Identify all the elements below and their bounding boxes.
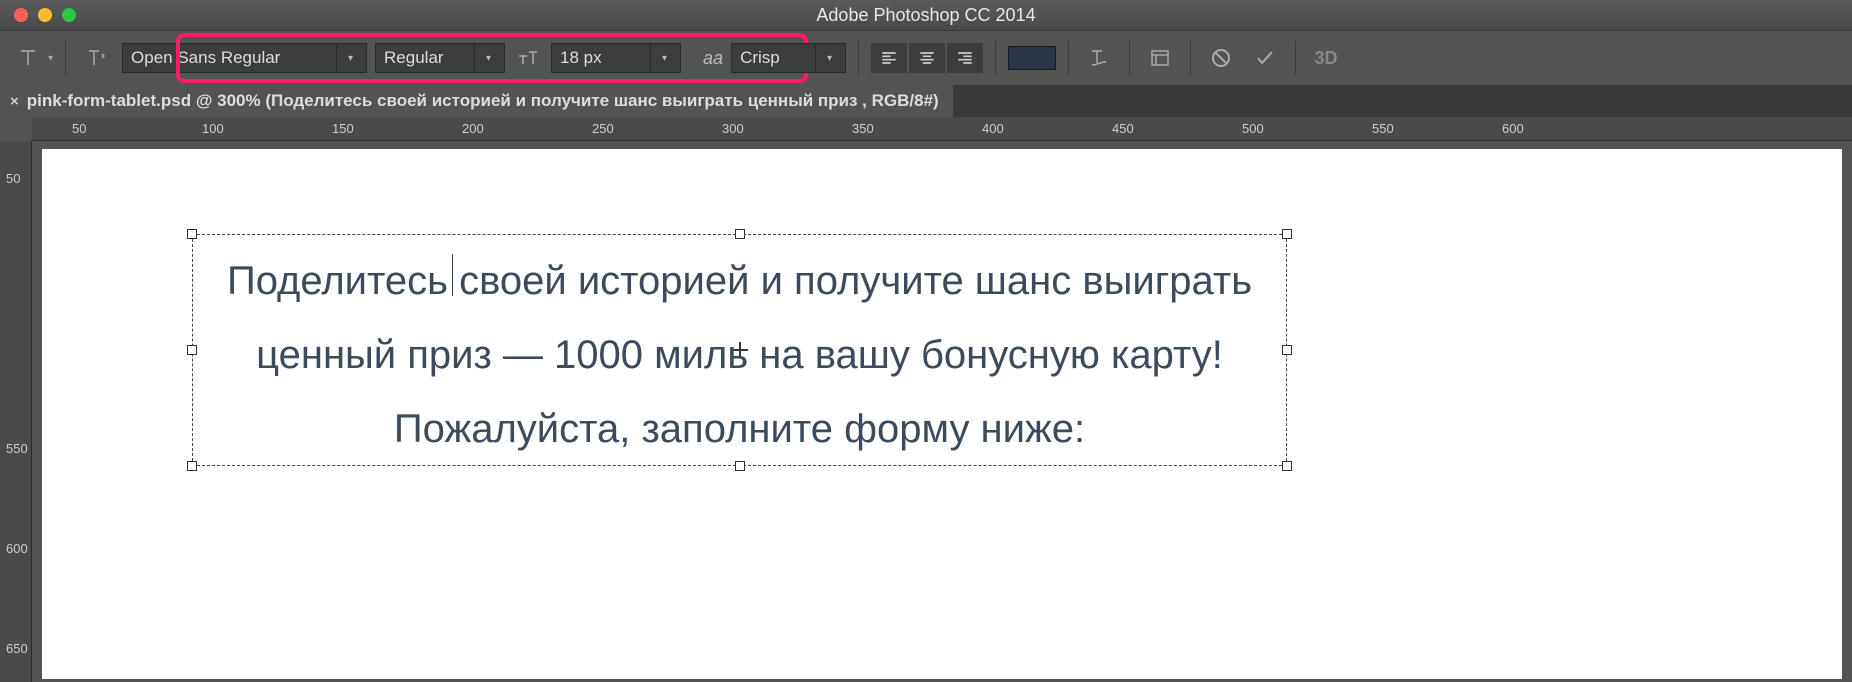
ruler-tick: 650 bbox=[6, 641, 28, 656]
cancel-icon[interactable] bbox=[1203, 40, 1239, 76]
resize-handle[interactable] bbox=[735, 229, 745, 239]
minimize-window-button[interactable] bbox=[38, 8, 52, 22]
antialias-label: aa bbox=[703, 48, 723, 69]
ruler-tick: 550 bbox=[1372, 121, 1394, 136]
ruler-horizontal[interactable]: 50 100 150 200 250 300 350 400 450 500 550 600 bbox=[32, 117, 1852, 141]
font-size-icon bbox=[513, 40, 543, 76]
font-size-select[interactable]: 18 px ▾ bbox=[551, 43, 681, 73]
ruler-tick: 50 bbox=[6, 171, 20, 186]
resize-handle[interactable] bbox=[1282, 461, 1292, 471]
resize-handle[interactable] bbox=[1282, 229, 1292, 239]
ruler-vertical[interactable]: 50 550 600 650 bbox=[0, 141, 32, 682]
ruler-tick: 600 bbox=[6, 541, 28, 556]
window-titlebar: Adobe Photoshop CC 2014 bbox=[0, 0, 1852, 30]
ruler-tick: 50 bbox=[72, 121, 86, 136]
ruler-tick: 200 bbox=[462, 121, 484, 136]
close-tab-icon[interactable]: × bbox=[10, 93, 19, 110]
antialias-value: Crisp bbox=[740, 48, 780, 68]
resize-handle[interactable] bbox=[1282, 345, 1292, 355]
workspace: 50 100 150 200 250 300 350 400 450 500 550 600 50 55… bbox=[0, 117, 1852, 682]
align-center-button[interactable] bbox=[909, 43, 945, 73]
ruler-tick: 300 bbox=[722, 121, 744, 136]
chevron-down-icon: ▾ bbox=[336, 44, 358, 72]
ruler-tick: 350 bbox=[852, 121, 874, 136]
character-panel-icon[interactable] bbox=[1142, 40, 1178, 76]
chevron-down-icon: ▾ bbox=[815, 44, 837, 72]
align-left-button[interactable] bbox=[871, 43, 907, 73]
alignment-group bbox=[871, 43, 983, 73]
align-right-button[interactable] bbox=[947, 43, 983, 73]
text-orientation-icon[interactable] bbox=[78, 40, 114, 76]
chevron-down-icon: ▾ bbox=[650, 44, 672, 72]
3d-icon[interactable]: 3D bbox=[1308, 40, 1344, 76]
resize-handle[interactable] bbox=[187, 345, 197, 355]
type-tool-icon[interactable] bbox=[10, 40, 46, 76]
ruler-tick: 100 bbox=[202, 121, 224, 136]
ruler-tick: 550 bbox=[6, 441, 28, 456]
ruler-tick: 600 bbox=[1502, 121, 1524, 136]
tool-preset-chev[interactable]: ▾ bbox=[48, 53, 53, 64]
font-style-value: Regular bbox=[384, 48, 444, 68]
window-controls bbox=[14, 8, 76, 22]
close-window-button[interactable] bbox=[14, 8, 28, 22]
resize-handle[interactable] bbox=[187, 461, 197, 471]
ruler-tick: 250 bbox=[592, 121, 614, 136]
document-tab-bar: × pink-form-tablet.psd @ 300% (Поделитес… bbox=[0, 85, 1852, 117]
document-tab[interactable]: × pink-form-tablet.psd @ 300% (Поделитес… bbox=[0, 85, 953, 117]
chevron-down-icon: ▾ bbox=[474, 44, 496, 72]
canvas-area[interactable]: Поделитесь своей историей и получите шан… bbox=[32, 141, 1852, 682]
resize-handle[interactable] bbox=[187, 229, 197, 239]
document-tab-label: pink-form-tablet.psd @ 300% (Поделитесь … bbox=[27, 91, 939, 111]
ruler-tick: 150 bbox=[332, 121, 354, 136]
options-bar: ▾ Open Sans Regular ▾ Regular ▾ 18 px ▾ … bbox=[0, 30, 1852, 85]
font-family-select[interactable]: Open Sans Regular ▾ bbox=[122, 43, 367, 73]
font-family-value: Open Sans Regular bbox=[131, 48, 280, 68]
ruler-tick: 450 bbox=[1112, 121, 1134, 136]
document-page: Поделитесь своей историей и получите шан… bbox=[42, 149, 1842, 679]
commit-icon[interactable] bbox=[1247, 40, 1283, 76]
text-content[interactable]: Поделитесь своей историей и получите шан… bbox=[202, 244, 1277, 456]
font-size-value: 18 px bbox=[560, 48, 602, 68]
app-title: Adobe Photoshop CC 2014 bbox=[816, 5, 1035, 26]
ruler-tick: 400 bbox=[982, 121, 1004, 136]
text-color-swatch[interactable] bbox=[1008, 46, 1056, 70]
maximize-window-button[interactable] bbox=[62, 8, 76, 22]
font-style-select[interactable]: Regular ▾ bbox=[375, 43, 505, 73]
text-caret bbox=[452, 254, 453, 296]
warp-text-icon[interactable] bbox=[1081, 40, 1117, 76]
antialias-select[interactable]: Crisp ▾ bbox=[731, 43, 846, 73]
ruler-tick: 500 bbox=[1242, 121, 1264, 136]
text-layer-bounds[interactable]: Поделитесь своей историей и получите шан… bbox=[192, 234, 1287, 466]
